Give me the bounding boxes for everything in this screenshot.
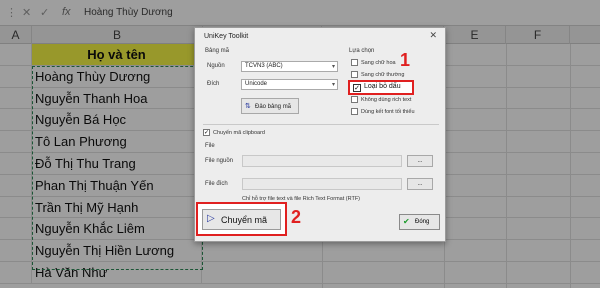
chevron-down-icon: ▾ — [331, 63, 335, 70]
remove-accents-checkbox[interactable]: ✓ — [353, 84, 361, 92]
file-dest-browse-button[interactable]: ... — [407, 178, 433, 190]
remove-accents-label: Loại bỏ dấu — [364, 83, 401, 90]
source-charset-select[interactable]: TCVN3 (ABC) ▾ — [241, 61, 338, 72]
clipboard-checkbox[interactable]: ✓ — [203, 129, 210, 136]
step-1-marker: 1 — [400, 50, 411, 70]
swap-icon: ⇅ — [245, 102, 251, 110]
file-source-label: File nguồn — [205, 158, 234, 164]
dest-charset-value: Unicode — [245, 81, 268, 87]
check-icon: ✔ — [403, 217, 410, 226]
lowercase-label: Sang chữ thường — [361, 72, 405, 78]
dialog-title: UniKey Toolkit — [204, 33, 249, 40]
close-button[interactable]: ✔ Đóng — [399, 214, 440, 230]
convert-icon: ▷ — [207, 213, 215, 224]
chevron-down-icon: ▾ — [331, 81, 335, 88]
file-source-browse-button[interactable]: ... — [407, 155, 433, 167]
convert-button-highlight: ▷ Chuyển mã — [196, 202, 287, 236]
no-rich-text-label: Không dùng rich text — [361, 97, 412, 103]
minimal-font-label: Dùng kết font tối thiểu — [361, 109, 415, 115]
options-group-label: Lựa chọn — [349, 48, 375, 54]
clipboard-label: Chuyển mã clipboard — [213, 130, 265, 136]
swap-charset-button[interactable]: ⇅ Đảo bảng mã — [241, 98, 299, 114]
swap-charset-label: Đảo bảng mã — [255, 104, 292, 110]
lowercase-checkbox[interactable] — [351, 71, 358, 78]
convert-button[interactable]: ▷ Chuyển mã — [202, 209, 281, 230]
file-dest-input[interactable] — [242, 178, 402, 190]
dest-label: Đích — [207, 81, 220, 87]
close-icon[interactable]: ✕ — [429, 31, 437, 41]
source-charset-value: TCVN3 (ABC) — [245, 63, 283, 69]
remove-accents-option-highlight[interactable]: ✓ Loại bỏ dấu — [348, 80, 414, 95]
minimal-font-checkbox[interactable] — [351, 108, 358, 115]
uppercase-checkbox[interactable] — [351, 59, 358, 66]
step-2-marker: 2 — [291, 207, 302, 227]
charset-group-label: Bảng mã — [205, 48, 230, 54]
file-group-label: File — [205, 143, 215, 149]
file-source-input[interactable] — [242, 155, 402, 167]
file-dest-label: File đích — [205, 181, 228, 187]
close-label: Đóng — [415, 219, 430, 225]
dest-charset-select[interactable]: Unicode ▾ — [241, 79, 338, 90]
source-label: Nguồn — [207, 63, 225, 69]
separator — [203, 124, 439, 125]
uppercase-label: Sang chữ hoa — [361, 60, 396, 66]
no-rich-text-checkbox[interactable] — [351, 96, 358, 103]
convert-label: Chuyển mã — [221, 215, 268, 225]
